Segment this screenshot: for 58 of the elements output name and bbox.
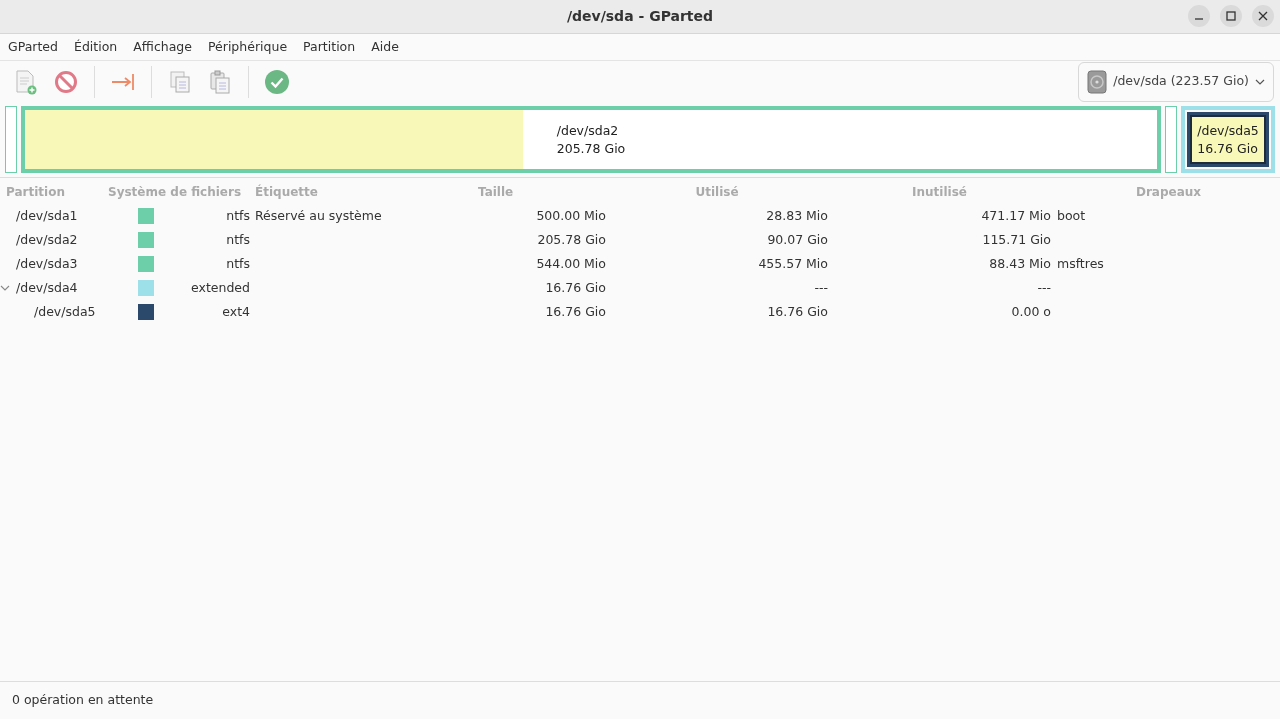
arrow-to-bar-icon — [111, 71, 135, 92]
size-value: 205.78 Gio — [537, 231, 606, 247]
flags-value: msftres — [1057, 255, 1104, 271]
menu-item[interactable]: Affichage — [125, 37, 200, 57]
partition-block[interactable]: /dev/sda2 205.78 Gio — [21, 106, 1161, 173]
status-text: 0 opération en attente — [12, 691, 154, 710]
used-value: --- — [814, 279, 828, 295]
size-value: 544.00 Mio — [536, 255, 606, 271]
window-title: /dev/sda - GParted — [566, 7, 714, 26]
partition-block[interactable] — [1165, 106, 1177, 173]
partition-name: /dev/sda1 — [16, 206, 78, 225]
used-value: 90.07 Gio — [767, 231, 828, 247]
size-value: 16.76 Gio — [545, 279, 606, 295]
menu-item[interactable]: Périphérique — [199, 37, 296, 57]
partition-label: /dev/sda2 205.78 Gio — [556, 121, 626, 158]
menu-item[interactable]: GParted — [0, 37, 66, 57]
unused-value: 471.17 Mio — [981, 207, 1051, 223]
check-icon — [264, 68, 290, 95]
filesystem-type: ntfs — [226, 254, 250, 273]
menu-item[interactable]: Aide — [363, 37, 407, 57]
minimize-icon — [1195, 18, 1203, 20]
paste-icon — [208, 69, 232, 94]
device-selector[interactable]: /dev/sda (223.57 Gio) — [1078, 61, 1274, 102]
size-value: 500.00 Mio — [536, 207, 606, 223]
partition-block[interactable]: /dev/sda5 16.76 Gio — [1187, 112, 1269, 167]
partition-label: Réservé au système — [255, 207, 382, 223]
used-value: 28.83 Mio — [766, 207, 828, 223]
unused-value: 115.71 Gio — [982, 231, 1051, 247]
size-value: 16.76 Gio — [545, 303, 606, 319]
expander-icon[interactable] — [0, 284, 10, 292]
copy-icon — [168, 69, 192, 94]
unused-value: 88.43 Mio — [989, 255, 1051, 271]
used-value: 455.57 Mio — [758, 255, 828, 271]
menu-item[interactable]: Partition — [295, 37, 364, 57]
delete-icon — [54, 69, 78, 94]
maximize-icon — [1226, 11, 1236, 21]
partition-name: /dev/sda3 — [16, 254, 78, 273]
close-button[interactable] — [1252, 5, 1274, 27]
caret-icon — [1255, 78, 1265, 85]
flags-value: boot — [1057, 207, 1086, 223]
minimize-button[interactable] — [1188, 5, 1210, 27]
filesystem-type: ntfs — [226, 206, 250, 225]
menu-item[interactable]: Édition — [66, 37, 126, 57]
filesystem-type: ext4 — [222, 302, 250, 321]
used-value: 16.76 Gio — [767, 303, 828, 319]
filesystem-type: ntfs — [226, 230, 250, 249]
partition-block[interactable] — [5, 106, 17, 173]
close-icon — [1258, 11, 1268, 21]
partition-name: /dev/sda4 — [16, 278, 78, 297]
new-document-icon — [14, 68, 38, 95]
unused-value: 0.00 o — [1011, 303, 1051, 319]
partition-label: /dev/sda5 16.76 Gio — [1197, 121, 1259, 158]
partition-name: /dev/sda2 — [16, 230, 78, 249]
maximize-button[interactable] — [1220, 5, 1242, 27]
filesystem-type: extended — [191, 278, 250, 297]
unused-value: --- — [1037, 279, 1051, 295]
extended-partition-block[interactable]: /dev/sda5 16.76 Gio — [1181, 106, 1275, 173]
partition-name: /dev/sda5 — [34, 302, 96, 321]
